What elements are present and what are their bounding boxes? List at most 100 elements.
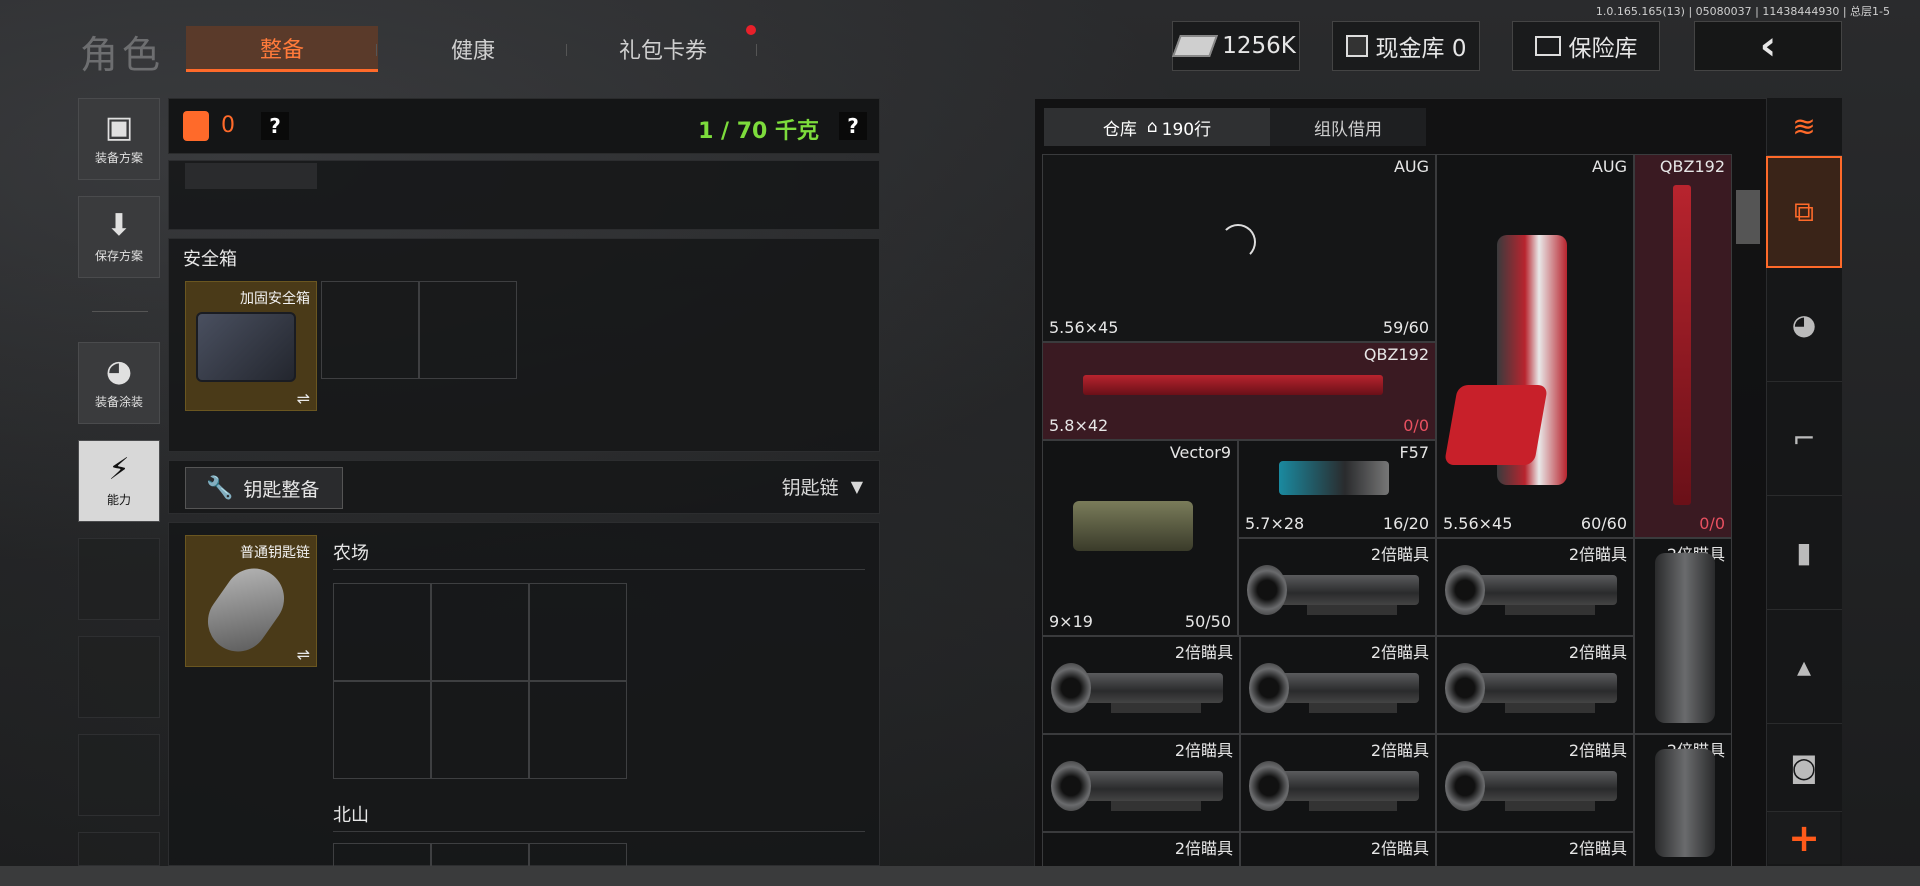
scope-image [1249,757,1427,823]
inventory-item-2x-scope[interactable]: 2倍瞄具 [1240,636,1436,734]
inventory-item-2x-scope[interactable]: 2倍瞄具 [1436,636,1634,734]
swap-icon[interactable]: ⇌ [297,389,310,408]
version-text: 1.0.165.165(13) | 05080037 | 11438444930… [1595,5,1890,18]
category-all-icon[interactable]: ⧉ [1766,156,1842,268]
insurance-vault-button[interactable]: 保险库 [1512,21,1660,71]
notification-dot [746,25,756,35]
inventory-item-2x-scope[interactable]: 2倍瞄具 [1436,538,1634,636]
key-chain-item-name: 普通钥匙链 [240,545,310,561]
inventory-item-2x-scope[interactable]: 2倍瞄具 [1042,832,1240,868]
placeholder-block [185,163,317,189]
cash-vault-button[interactable]: 现金库 0 [1332,21,1480,71]
key-slot[interactable] [529,843,627,867]
currency-display[interactable]: 1256K [1172,21,1300,71]
category-ammo-icon[interactable]: ▴ [1766,610,1842,724]
inventory-item-2x-scope[interactable]: 2倍瞄具 [1436,832,1634,868]
key-slot[interactable] [333,681,431,779]
warehouse-tab-label: 仓库 [1102,119,1137,140]
key-slot[interactable] [431,583,529,681]
inventory-item-2x-scope[interactable]: 2倍瞄具 [1436,734,1634,832]
wallet-icon [1345,35,1368,57]
inventory-item-aug-skin[interactable]: AUG 5.56×45 60/60 [1436,154,1634,538]
key-slot[interactable] [431,681,529,779]
item-name: 2倍瞄具 [1568,839,1627,858]
inventory-item-qbz192-vertical[interactable]: QBZ192 0/0 [1634,154,1732,538]
insurance-vault-label: 保险库 [1568,36,1638,62]
helmet-icon: ◕ [105,353,133,389]
item-name: 2倍瞄具 [1174,839,1233,858]
safe-icon [1534,36,1561,56]
key-slot[interactable] [333,583,431,681]
safebox-item[interactable]: 加固安全箱 ⇌ [185,281,317,411]
map-farm-label: 农场 [333,543,369,564]
key-equip-button[interactable]: 🔧 钥匙整备 [185,467,343,509]
equipment-skin-button[interactable]: ◕ 装备涂装 [78,342,160,424]
inventory-item-vector9[interactable]: Vector9 9×19 50/50 [1042,440,1238,636]
key-equip-label: 钥匙整备 [243,478,320,501]
tab-health[interactable]: 健康 [380,26,566,72]
item-caliber: 5.7×28 [1245,514,1305,533]
key-slot[interactable] [529,583,627,681]
inventory-item-2x-scope[interactable]: 2倍瞄具 [1238,538,1436,636]
rifle-stock [1443,385,1549,465]
tab-gift-coupons[interactable]: 礼包卡券 [570,26,756,72]
download-icon: ⬇ [106,207,132,243]
back-button[interactable]: ‹ [1694,21,1842,71]
home-icon: ⌂ [1146,117,1158,137]
section-divider [333,569,865,570]
key-slot[interactable] [529,681,627,779]
category-magazine-icon[interactable]: ▮ [1766,496,1842,610]
safebox-title: 安全箱 [183,249,237,270]
safebox-panel: 安全箱 加固安全箱 ⇌ [168,238,880,452]
warehouse-rows: 190行 [1161,119,1212,140]
save-preset-button[interactable]: ⬇ 保存方案 [78,196,160,278]
inventory-item-2x-scope[interactable]: 2倍瞄具 [1240,734,1436,832]
item-caliber: 5.56×45 [1049,318,1119,337]
safebox-grid-slot[interactable] [419,281,517,379]
inventory-item-qbz192[interactable]: QBZ192 5.8×42 0/0 [1042,342,1436,440]
inventory-item-2x-scope[interactable]: 2倍瞄具 [1042,636,1240,734]
rifle-image [1083,375,1383,395]
inventory-item-2x-scope[interactable]: 2倍瞄具 [1240,832,1436,868]
section-divider [333,831,865,832]
item-name: Vector9 [1169,443,1231,462]
scope-image [1249,659,1427,725]
category-rifle-icon[interactable]: ⌐ [1766,382,1842,496]
key-chain-item[interactable]: 普通钥匙链 ⇌ [185,535,317,667]
empty-rail-slot [78,734,160,816]
scope-image [1445,561,1625,627]
equipment-preset-button[interactable]: ▣ 装备方案 [78,98,160,180]
item-ammo: 60/60 [1580,514,1627,533]
wrench-icon: 🔧 [206,475,234,501]
item-name: AUG [1393,157,1429,176]
tab-team-borrow[interactable]: 组队借用 [1270,108,1426,146]
swap-icon[interactable]: ⇌ [297,645,310,664]
inventory-item-2x-scope[interactable]: 2倍瞄具 [1042,734,1240,832]
category-helmet-icon[interactable]: ◕ [1766,268,1842,382]
scope-image [1051,659,1231,725]
key-chain-dropdown[interactable]: 钥匙链 ▼ [782,473,863,500]
item-ammo: 0/0 [1699,514,1725,533]
safebox-case-image [196,312,296,382]
armor-icon [183,111,209,141]
chevron-down-icon: ▼ [850,477,863,496]
key-slot[interactable] [333,843,431,867]
currency-value: 1256K [1222,33,1296,59]
category-scope-icon[interactable]: ◙ [1766,724,1842,812]
inventory-scrollbar[interactable] [1736,190,1760,244]
inventory-item-2x-scope-vertical[interactable]: 2倍瞄具 [1634,734,1732,868]
key-chain-panel: 普通钥匙链 ⇌ 农场 北山 [168,522,880,867]
inventory-item-f57[interactable]: F57 5.7×28 16/20 [1238,440,1436,538]
sort-icon[interactable]: ≋ [1766,98,1842,156]
key-slot[interactable] [431,843,529,867]
tab-equipment[interactable]: 整备 [186,26,378,72]
smg-image [1073,501,1193,551]
inventory-item-2x-scope-vertical[interactable]: 2倍瞄具 [1634,538,1732,734]
safebox-grid-slot[interactable] [321,281,419,379]
armor-help-button[interactable]: ? [261,112,289,140]
add-button[interactable]: + [1768,812,1840,864]
ability-button[interactable]: ⚡ 能力 [78,440,160,522]
tab-warehouse[interactable]: 仓库 ⌂ 190行 [1044,108,1270,146]
cash-vault-label: 现金库 0 [1375,36,1467,62]
weight-help-button[interactable]: ? [839,112,867,140]
